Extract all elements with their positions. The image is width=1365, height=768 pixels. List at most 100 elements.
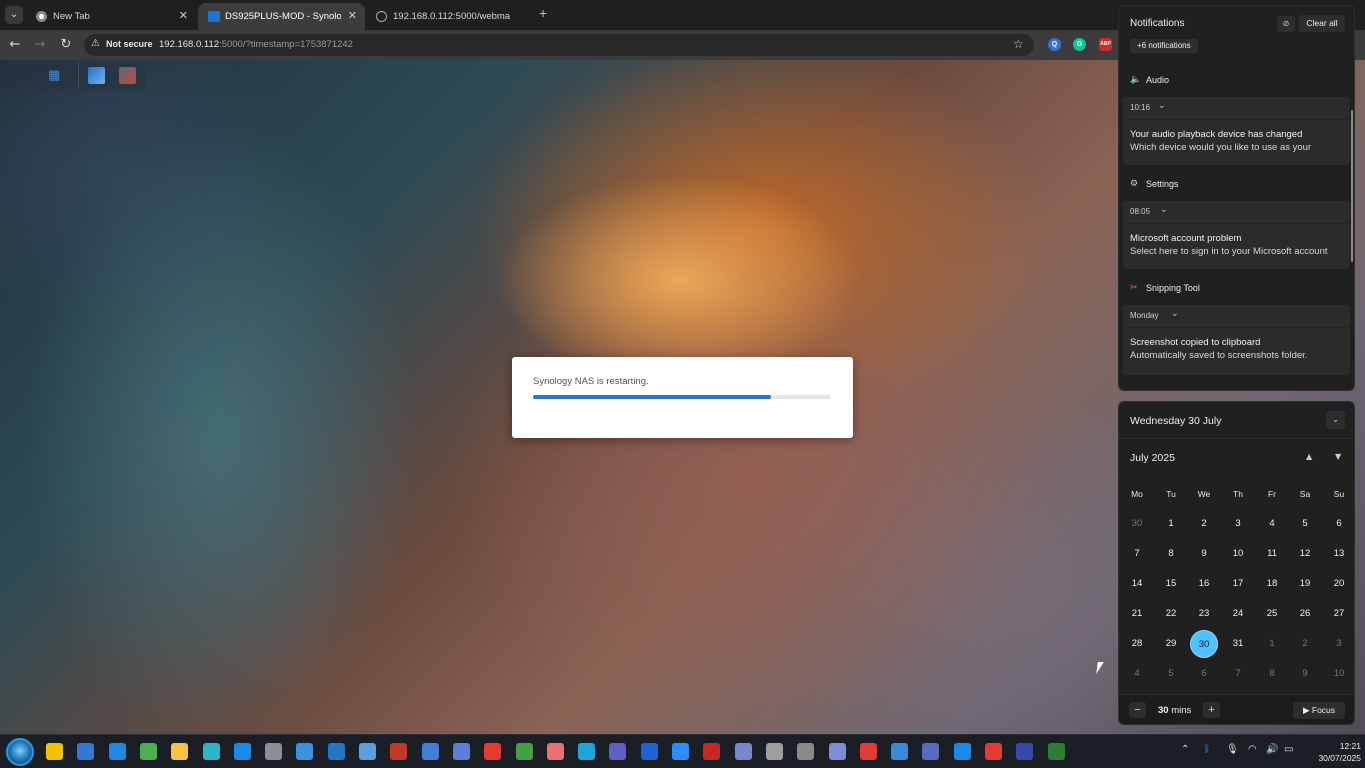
keyboard-icon[interactable] [265,743,283,760]
calendar-day[interactable]: 25 [1257,601,1287,627]
calendar-day[interactable]: 4 [1257,511,1287,537]
calendar-day[interactable]: 24 [1223,601,1253,627]
search-app-icon[interactable] [202,743,220,760]
teams-icon[interactable] [609,743,627,760]
mail-badge-icon[interactable] [77,743,95,760]
clock-icon[interactable] [765,743,783,760]
calculator-grid-icon[interactable] [296,743,314,760]
main-menu-icon[interactable]: ▦ [48,69,62,83]
chrome-icon[interactable] [139,743,157,760]
magnifier-icon[interactable] [233,743,251,760]
calendar-day[interactable]: 8 [1257,661,1287,687]
calendar-day[interactable]: 7 [1223,661,1253,687]
chevron-up-icon[interactable]: ⌃ [1181,744,1189,755]
record-icon[interactable] [703,743,721,760]
battery-icon[interactable]: ▭ [1284,744,1293,755]
chevron-down-icon[interactable]: ⌄ [1171,309,1179,319]
package-center-icon[interactable] [88,67,105,84]
new-tab-button[interactable]: + [539,5,547,21]
search-extension-icon[interactable]: Q [1048,38,1061,51]
close-icon[interactable]: ✕ [348,3,357,30]
decrease-minutes-button[interactable]: − [1129,702,1146,718]
tab-synology[interactable]: DS925PLUS-MOD - Synology N ✕ [198,3,365,30]
clear-all-button[interactable]: Clear all [1299,15,1345,32]
network-drive-icon[interactable] [734,743,752,760]
calendar-day[interactable]: 26 [1290,601,1320,627]
calendar-day[interactable]: 2 [1290,631,1320,657]
document-tool-icon[interactable] [390,743,408,760]
calendar-day[interactable]: 15 [1156,571,1186,597]
wifi-icon[interactable]: ◠ [1248,744,1257,755]
calendar-day[interactable]: 17 [1223,571,1253,597]
spreadsheet-icon[interactable] [1047,743,1065,760]
photo-viewer-icon[interactable] [891,743,909,760]
window-icon[interactable] [108,743,126,760]
calendar-day[interactable]: 5 [1156,661,1186,687]
volume-icon[interactable]: 🔊 [1266,744,1278,755]
calendar-day[interactable]: 9 [1290,661,1320,687]
chevron-down-icon[interactable]: ⌄ [1158,101,1166,111]
increase-minutes-button[interactable]: + [1203,702,1220,718]
calendar-day[interactable]: 4 [1122,661,1152,687]
forward-arrow-icon[interactable]: → [31,36,49,54]
bluetooth-icon[interactable]: ᛒ [1204,744,1210,755]
next-month-icon[interactable]: ▼ [1335,452,1341,461]
maps-icon[interactable] [515,743,533,760]
u-app-icon[interactable] [640,743,658,760]
taskbar-clock[interactable]: 12:21 30/07/2025 [1305,740,1361,764]
calendar-day[interactable]: 29 [1156,631,1186,657]
calendar-day[interactable]: 5 [1290,511,1320,537]
control-panel-icon[interactable] [119,67,136,84]
calendar-day[interactable]: 13 [1324,541,1354,567]
sticky-app-icon[interactable] [985,743,1002,760]
edge-icon[interactable] [578,743,596,760]
notification-scrollbar[interactable] [1351,110,1353,262]
microphone-icon[interactable] [797,743,815,760]
image-editor-icon[interactable] [421,743,439,760]
adblock-plus-icon[interactable]: ABP [1099,38,1112,51]
calendar-day[interactable]: 16 [1189,571,1219,597]
calendar-day[interactable]: 14 [1122,571,1152,597]
file-explorer-icon[interactable] [171,743,189,760]
notification-card-snipping-tool[interactable]: Monday ⌄ Screenshot copied to clipboard … [1123,305,1350,375]
calendar-day[interactable]: 12 [1290,541,1320,567]
calendar-day[interactable]: 10 [1324,661,1354,687]
outlook-icon[interactable] [327,743,345,760]
calculator-icon[interactable] [922,743,940,760]
calendar-day[interactable]: 3 [1324,631,1354,657]
calendar-day-today[interactable]: 30 [1190,630,1218,658]
tab-new-tab[interactable]: New Tab ✕ [26,3,196,30]
notification-card-audio[interactable]: 10:16 ⌄ Your audio playback device has c… [1123,97,1350,165]
terminal-icon[interactable] [1016,743,1034,760]
calendar-day[interactable]: 21 [1122,601,1152,627]
opera-icon[interactable] [859,743,877,760]
calendar-day[interactable]: 8 [1156,541,1186,567]
calendar-day[interactable]: 2 [1189,511,1219,537]
calendar-day[interactable]: 3 [1223,511,1253,537]
network-tool-icon[interactable] [359,743,376,760]
tab-webman[interactable]: 192.168.0.112:5000/webman/s [366,3,534,30]
calendar-day[interactable]: 18 [1257,571,1287,597]
calendar-day[interactable]: 9 [1189,541,1219,567]
calendar-day[interactable]: 6 [1189,661,1219,687]
chrome-beta-icon[interactable] [484,743,502,760]
start-button-icon[interactable] [6,738,34,766]
focus-button[interactable]: ▶ Focus [1293,702,1345,719]
more-notifications-button[interactable]: +6 notifications [1130,39,1198,53]
calendar-day[interactable]: 19 [1290,571,1320,597]
close-icon[interactable]: ✕ [179,3,188,30]
calendar-day[interactable]: 27 [1324,601,1354,627]
tab-search-button[interactable]: ⌄ [5,6,23,24]
collapse-chevron-icon[interactable]: ⌄ [1326,411,1345,429]
calendar-day[interactable]: 28 [1122,631,1152,657]
previous-month-icon[interactable]: ▲ [1306,452,1312,461]
calendar-day[interactable]: 1 [1257,631,1287,657]
bookmark-star-icon[interactable]: ☆ [1013,37,1024,51]
calendar-day[interactable]: 6 [1324,511,1354,537]
security-label[interactable]: Not secure [106,39,153,49]
grammarly-icon[interactable]: G [1073,38,1086,51]
do-not-disturb-icon[interactable]: ⊘ [1277,16,1295,32]
calendar-month-label[interactable]: July 2025 [1130,452,1175,464]
url-text[interactable]: 192.168.0.112:5000/?timestamp=1753871242 [159,39,353,50]
calendar-day[interactable]: 11 [1257,541,1287,567]
